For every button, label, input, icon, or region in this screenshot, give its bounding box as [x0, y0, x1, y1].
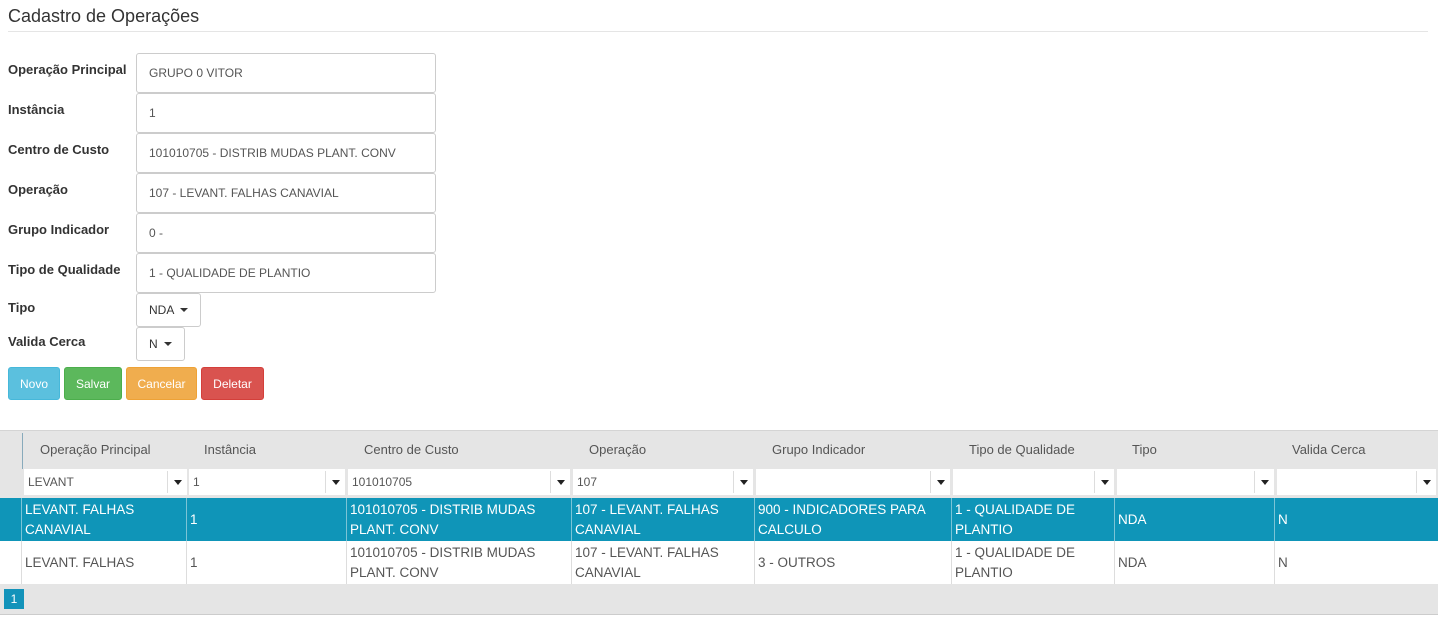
column-header-operacao[interactable]: Operação [589, 431, 646, 468]
tipo-value: NDA [149, 303, 175, 317]
table-row[interactable]: LEVANT. FALHAS CANAVIAL 1 101010705 - DI… [0, 498, 1438, 541]
cell-centro-de-custo: 101010705 - DISTRIB MUDAS PLANT. CONV [347, 498, 572, 541]
filter-value: LEVANT [28, 475, 74, 489]
operacao-principal-field[interactable]: GRUPO 0 VITOR [136, 53, 436, 93]
cell-tipo: NDA [1115, 541, 1275, 584]
row-selector[interactable] [0, 498, 22, 541]
operacao-field[interactable]: 107 - LEVANT. FALHAS CANAVIAL [136, 173, 436, 213]
centro-de-custo-field[interactable]: 101010705 - DISTRIB MUDAS PLANT. CONV [136, 133, 436, 173]
tipo-de-qualidade-label: Tipo de Qualidade [8, 262, 121, 277]
page-title: Cadastro de Operações [8, 6, 200, 26]
cell-tipo: NDA [1115, 498, 1275, 541]
grupo-indicador-field[interactable]: 0 - [136, 213, 436, 253]
caret-down-icon [180, 308, 189, 312]
operacao-principal-label: Operação Principal [8, 62, 127, 77]
centro-de-custo-label: Centro de Custo [8, 142, 110, 157]
grupo-indicador-label: Grupo Indicador [8, 222, 110, 237]
dropdown-arrow-icon[interactable] [550, 471, 570, 493]
dropdown-arrow-icon[interactable] [1416, 471, 1436, 493]
cell-tipo-de-qualidade: 1 - QUALIDADE DE PLANTIO [952, 498, 1115, 541]
dropdown-arrow-icon[interactable] [325, 471, 345, 493]
filter-operacao-principal[interactable]: LEVANT [24, 469, 187, 495]
cell-valida-cerca: N [1278, 554, 1288, 570]
column-header-grupo-indicador[interactable]: Grupo Indicador [772, 431, 865, 468]
filter-tipo-de-qualidade[interactable] [953, 469, 1114, 495]
cell-operacao: 107 - LEVANT. FALHAS CANAVIAL [572, 498, 755, 541]
valida-cerca-value: N [149, 337, 158, 351]
title-divider [8, 31, 1428, 32]
filter-centro-de-custo[interactable]: 101010705 [348, 469, 570, 495]
filter-value: 101010705 [352, 475, 413, 489]
column-header-tipo[interactable]: Tipo [1132, 431, 1157, 468]
header-divider [22, 433, 23, 469]
table-row[interactable]: LEVANT. FALHAS 1 101010705 - DISTRIB MUD… [0, 541, 1438, 584]
filter-value: 107 [577, 475, 598, 489]
filter-grupo-indicador[interactable] [756, 469, 950, 495]
grid-filter-row: LEVANT 1 101010705 107 [0, 469, 1438, 497]
cell-instancia: 1 [187, 541, 347, 584]
operacao-label: Operação [8, 182, 68, 197]
valida-cerca-label: Valida Cerca [8, 334, 86, 349]
column-header-instancia[interactable]: Instância [204, 431, 256, 468]
cell-tipo-de-qualidade: 1 - QUALIDADE DE PLANTIO [952, 541, 1115, 584]
dropdown-arrow-icon[interactable] [167, 471, 187, 493]
cell-instancia: 1 [187, 498, 347, 541]
cell-centro-de-custo: 101010705 - DISTRIB MUDAS PLANT. CONV [347, 541, 572, 584]
filter-tipo[interactable] [1117, 469, 1274, 495]
filter-operacao[interactable]: 107 [573, 469, 753, 495]
grid-header: Operação Principal Instância Centro de C… [0, 431, 1438, 469]
valida-cerca-dropdown[interactable]: N [136, 327, 185, 361]
cancelar-button[interactable]: Cancelar [126, 367, 197, 400]
row-selector[interactable] [0, 541, 22, 584]
column-header-tipo-de-qualidade[interactable]: Tipo de Qualidade [969, 431, 1075, 468]
filter-valida-cerca[interactable] [1277, 469, 1436, 495]
pagination-page-button[interactable]: 1 [4, 589, 24, 609]
column-header-operacao-principal[interactable]: Operação Principal [40, 431, 151, 468]
dropdown-arrow-icon[interactable] [1254, 471, 1274, 493]
operations-grid: Operação Principal Instância Centro de C… [0, 430, 1438, 615]
novo-button[interactable]: Novo [8, 367, 60, 400]
dropdown-arrow-icon[interactable] [733, 471, 753, 493]
filter-instancia[interactable]: 1 [189, 469, 345, 495]
cell-operacao: 107 - LEVANT. FALHAS CANAVIAL [572, 541, 755, 584]
cell-valida-cerca: N [1278, 511, 1288, 527]
column-header-centro-de-custo[interactable]: Centro de Custo [364, 431, 459, 468]
tipo-label: Tipo [8, 300, 36, 315]
deletar-button[interactable]: Deletar [201, 367, 264, 400]
cell-operacao-principal: LEVANT. FALHAS [22, 541, 187, 584]
instancia-field[interactable]: 1 [136, 93, 436, 133]
column-header-valida-cerca[interactable]: Valida Cerca [1292, 431, 1365, 468]
filter-value: 1 [193, 475, 200, 489]
caret-down-icon [163, 342, 172, 346]
cell-grupo-indicador: 900 - INDICADORES PARA CALCULO [755, 498, 952, 541]
instancia-label: Instância [8, 102, 65, 117]
tipo-de-qualidade-field[interactable]: 1 - QUALIDADE DE PLANTIO [136, 253, 436, 293]
cell-grupo-indicador: 3 - OUTROS [755, 541, 952, 584]
salvar-button[interactable]: Salvar [64, 367, 122, 400]
tipo-dropdown[interactable]: NDA [136, 293, 202, 327]
cell-operacao-principal: LEVANT. FALHAS CANAVIAL [22, 498, 187, 541]
dropdown-arrow-icon[interactable] [1094, 471, 1114, 493]
dropdown-arrow-icon[interactable] [930, 471, 950, 493]
